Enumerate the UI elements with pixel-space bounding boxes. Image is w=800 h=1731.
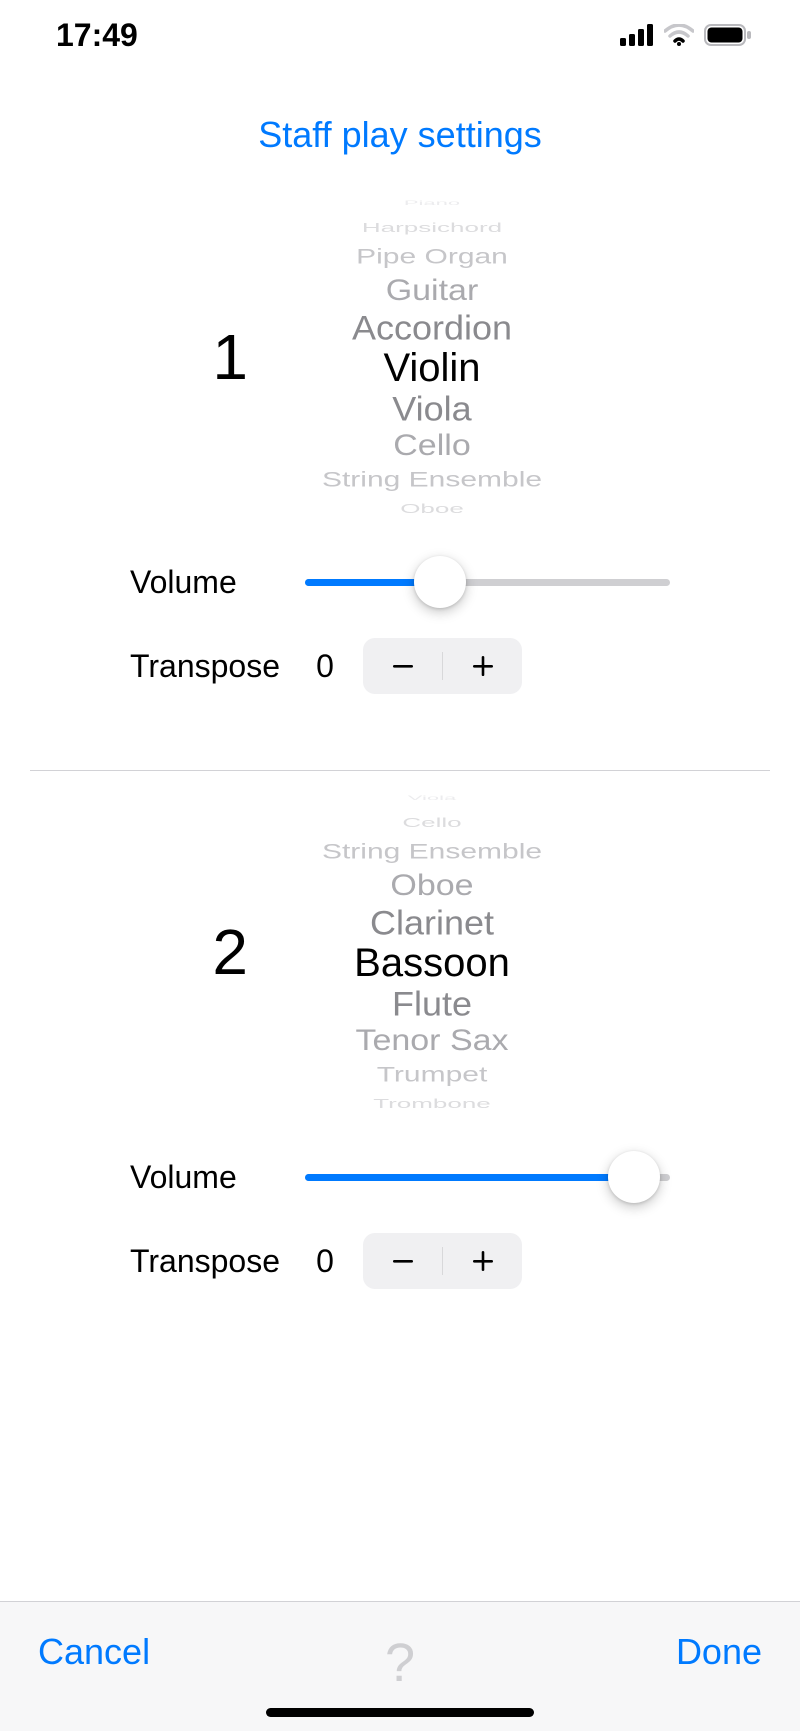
page-title[interactable]: Staff play settings — [258, 114, 542, 155]
staff-section-2: 2 Viola Cello String Ensemble Oboe Clari… — [0, 771, 800, 1365]
transpose-label: Transpose — [130, 1243, 305, 1280]
minus-icon — [389, 1247, 417, 1275]
stepper-plus-button[interactable] — [443, 1233, 522, 1289]
title-row: Staff play settings — [0, 70, 800, 176]
staff-number: 1 — [178, 320, 248, 394]
picker-item[interactable]: Harpsichord — [362, 221, 502, 235]
plus-icon — [469, 1247, 497, 1275]
picker-item[interactable]: Accordion — [352, 310, 512, 346]
picker-track: Viola Cello String Ensemble Oboe Clarine… — [282, 786, 582, 1118]
picker-item[interactable]: Pipe Organ — [356, 246, 508, 269]
help-button[interactable]: ? — [385, 1632, 415, 1694]
instrument-picker-1[interactable]: Piano Harpsichord Pipe Organ Guitar Acco… — [282, 207, 582, 507]
home-indicator[interactable] — [266, 1708, 534, 1717]
stepper-minus-button[interactable] — [363, 1233, 442, 1289]
instrument-picker-2[interactable]: Viola Cello String Ensemble Oboe Clarine… — [282, 802, 582, 1102]
transpose-value: 0 — [305, 648, 345, 685]
stepper-plus-button[interactable] — [443, 638, 522, 694]
minus-icon — [389, 652, 417, 680]
picker-item[interactable]: Clarinet — [370, 905, 494, 941]
volume-label: Volume — [130, 1159, 305, 1196]
picker-item[interactable]: String Ensemble — [322, 841, 542, 864]
picker-item[interactable]: Cello — [393, 430, 470, 461]
staff-1-controls: Volume Transpose 0 — [0, 552, 800, 696]
picker-item[interactable]: Trombone — [373, 1097, 491, 1111]
cellular-icon — [620, 24, 654, 46]
transpose-value: 0 — [305, 1243, 345, 1280]
transpose-stepper-2 — [363, 1233, 522, 1289]
status-bar: 17:49 — [0, 0, 800, 70]
picker-item[interactable]: Flute — [392, 986, 472, 1022]
status-right — [620, 24, 752, 46]
volume-slider-1[interactable] — [305, 557, 670, 607]
slider-thumb[interactable] — [414, 556, 466, 608]
transpose-row-2: Transpose 0 — [130, 1231, 670, 1291]
transpose-row-1: Transpose 0 — [130, 636, 670, 696]
picker-item-selected[interactable]: Bassoon — [354, 942, 510, 986]
picker-track: Piano Harpsichord Pipe Organ Guitar Acco… — [282, 191, 582, 523]
volume-slider-2[interactable] — [305, 1152, 670, 1202]
picker-item-selected[interactable]: Violin — [383, 347, 480, 391]
done-button[interactable]: Done — [676, 1631, 762, 1673]
bottom-toolbar: Cancel ? Done — [0, 1601, 800, 1731]
picker-item[interactable]: Viola — [408, 794, 457, 801]
picker-item[interactable]: Piano — [404, 199, 460, 206]
picker-item[interactable]: Guitar — [386, 275, 479, 306]
picker-item[interactable]: String Ensemble — [322, 468, 542, 491]
picker-item[interactable]: Viola — [392, 391, 471, 427]
staff-2-controls: Volume Transpose 0 — [0, 1147, 800, 1291]
picker-item[interactable]: Oboe — [390, 870, 473, 901]
transpose-label: Transpose — [130, 648, 305, 685]
picker-item[interactable]: Trumpet — [377, 1063, 488, 1086]
stepper-minus-button[interactable] — [363, 638, 442, 694]
picker-item[interactable]: Oboe — [400, 502, 464, 516]
staff-number: 2 — [178, 915, 248, 989]
battery-icon — [704, 24, 752, 46]
picker-row-1: 1 Piano Harpsichord Pipe Organ Guitar Ac… — [0, 192, 800, 522]
slider-track-fill — [305, 1174, 634, 1181]
volume-row-1: Volume — [130, 552, 670, 612]
status-time: 17:49 — [56, 17, 138, 54]
picker-row-2: 2 Viola Cello String Ensemble Oboe Clari… — [0, 787, 800, 1117]
volume-row-2: Volume — [130, 1147, 670, 1207]
cancel-button[interactable]: Cancel — [38, 1631, 150, 1673]
staff-section-1: 1 Piano Harpsichord Pipe Organ Guitar Ac… — [0, 176, 800, 770]
plus-icon — [469, 652, 497, 680]
picker-item[interactable]: Cello — [402, 816, 461, 830]
wifi-icon — [664, 24, 694, 46]
volume-label: Volume — [130, 564, 305, 601]
transpose-stepper-1 — [363, 638, 522, 694]
picker-item[interactable]: Tenor Sax — [355, 1025, 508, 1056]
slider-thumb[interactable] — [608, 1151, 660, 1203]
